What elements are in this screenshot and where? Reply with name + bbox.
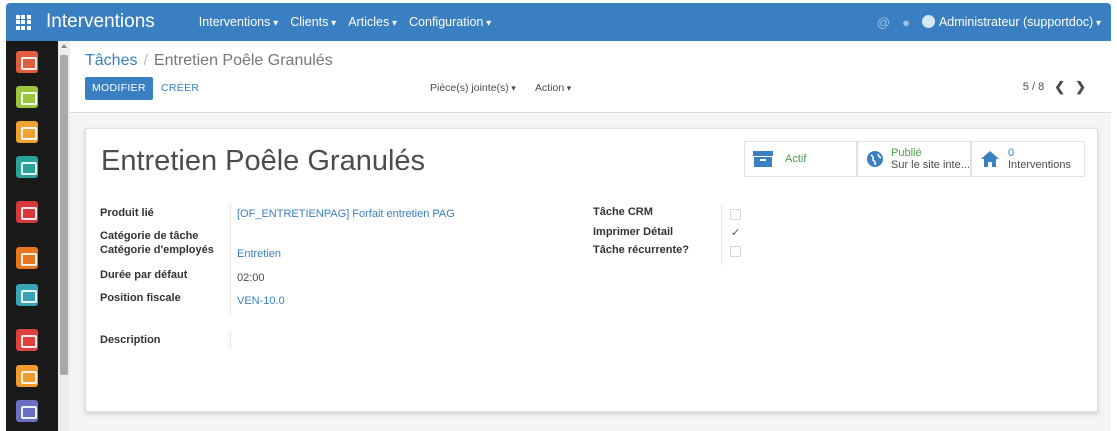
scroll-up-icon[interactable] <box>61 44 67 48</box>
description-divider <box>230 331 231 349</box>
sidebar-scrollbar[interactable] <box>58 41 70 431</box>
interventions-count: 0 <box>1008 147 1015 159</box>
field-label-employee-category: Catégorie d'employés <box>100 244 214 256</box>
attachments-dropdown[interactable]: Pièce(s) jointe(s) <box>430 82 516 94</box>
scrollbar-thumb[interactable] <box>60 55 68 375</box>
edit-button[interactable]: MODIFIER <box>85 77 153 100</box>
discuss-icon[interactable] <box>16 51 38 73</box>
field-label-fiscal-position: Position fiscale <box>100 292 181 304</box>
top-menu: Interventions Clients Articles Configura… <box>199 15 491 29</box>
app-sidebar <box>6 41 58 431</box>
form-sheet: Entretien Poêle Granulés Actif Publié Su… <box>85 128 1098 412</box>
home-icon <box>981 151 999 167</box>
next-icon[interactable]: ❯ <box>1075 79 1086 95</box>
breadcrumb-tasks[interactable]: Tâches <box>85 52 137 69</box>
action-dropdown[interactable]: Action <box>535 82 571 94</box>
active-button[interactable]: Actif <box>744 141 857 177</box>
published-button[interactable]: Publié Sur le site inte... <box>857 141 971 177</box>
breadcrumb-separator: / <box>143 52 148 69</box>
puzzle-icon[interactable] <box>16 400 38 422</box>
folder-icon[interactable] <box>16 201 38 223</box>
avatar <box>921 15 935 28</box>
pager: 5 / 8 ❮ ❯ <box>1023 79 1086 95</box>
menu-interventions[interactable]: Interventions <box>199 15 278 29</box>
crm-task-checkbox[interactable] <box>730 209 741 220</box>
field-value-employee-category[interactable]: Entretien <box>237 248 281 260</box>
left-divider <box>230 203 231 315</box>
recurring-checkbox[interactable] <box>730 246 741 257</box>
create-button[interactable]: CRÉER <box>161 77 199 100</box>
pager-value[interactable]: 5 / 8 <box>1023 81 1044 93</box>
field-value-duration[interactable]: 02:00 <box>237 272 265 284</box>
navbar-right: @ ● Administrateur (supportdoc) <box>877 15 1111 30</box>
published-label: Publié <box>891 147 922 159</box>
field-label-product: Produit lié <box>100 207 154 219</box>
mentions-icon[interactable]: @ <box>877 15 890 30</box>
field-value-fiscal-position[interactable]: VEN-10.0 <box>237 295 285 307</box>
interventions-label: Interventions <box>1008 159 1071 171</box>
map-icon[interactable] <box>16 121 38 143</box>
published-sub: Sur le site inte... <box>891 159 970 171</box>
apps-menu-icon[interactable] <box>6 3 40 41</box>
right-divider <box>721 203 722 265</box>
app-title: Interventions <box>46 11 155 32</box>
previous-icon[interactable]: ❮ <box>1054 79 1065 95</box>
field-label-duration: Durée par défaut <box>100 269 188 281</box>
breadcrumb-current: Entretien Poêle Granulés <box>153 52 333 69</box>
menu-clients[interactable]: Clients <box>290 15 336 29</box>
print-detail-checkbox[interactable]: ✓ <box>731 226 740 239</box>
active-label: Actif <box>785 153 807 165</box>
globe-icon <box>867 151 883 167</box>
field-value-product[interactable]: [OF_ENTRETIENPAG] Forfait entretien PAG <box>237 208 455 220</box>
user-menu[interactable]: Administrateur (supportdoc) <box>921 15 1101 29</box>
field-label-recurring: Tâche récurrente? <box>593 244 689 256</box>
field-label-task-category: Catégorie de tâche <box>100 230 199 242</box>
chart-icon[interactable] <box>16 247 38 269</box>
field-label-print-detail: Imprimer Détail <box>593 226 674 238</box>
invoice-icon[interactable] <box>16 284 38 306</box>
interventions-button[interactable]: 0 Interventions <box>971 141 1085 177</box>
field-label-crm-task: Tâche CRM <box>593 206 653 218</box>
user-name: Administrateur (supportdoc) <box>938 15 1094 29</box>
description-label: Description <box>100 334 161 346</box>
menu-articles[interactable]: Articles <box>348 15 397 29</box>
top-navbar: Interventions Interventions Clients Arti… <box>6 3 1111 41</box>
store-icon[interactable] <box>16 329 38 351</box>
breadcrumb: Tâches / Entretien Poêle Granulés <box>85 52 333 70</box>
messages-icon[interactable]: ● <box>902 15 910 30</box>
document-icon[interactable] <box>16 365 38 387</box>
contacts-icon[interactable] <box>16 156 38 178</box>
calendar-icon[interactable] <box>16 86 38 108</box>
menu-configuration[interactable]: Configuration <box>409 15 491 29</box>
task-title: Entretien Poêle Granulés <box>101 145 426 177</box>
control-panel: Tâches / Entretien Poêle Granulés MODIFIER… <box>70 41 1111 113</box>
archive-icon <box>753 151 773 167</box>
